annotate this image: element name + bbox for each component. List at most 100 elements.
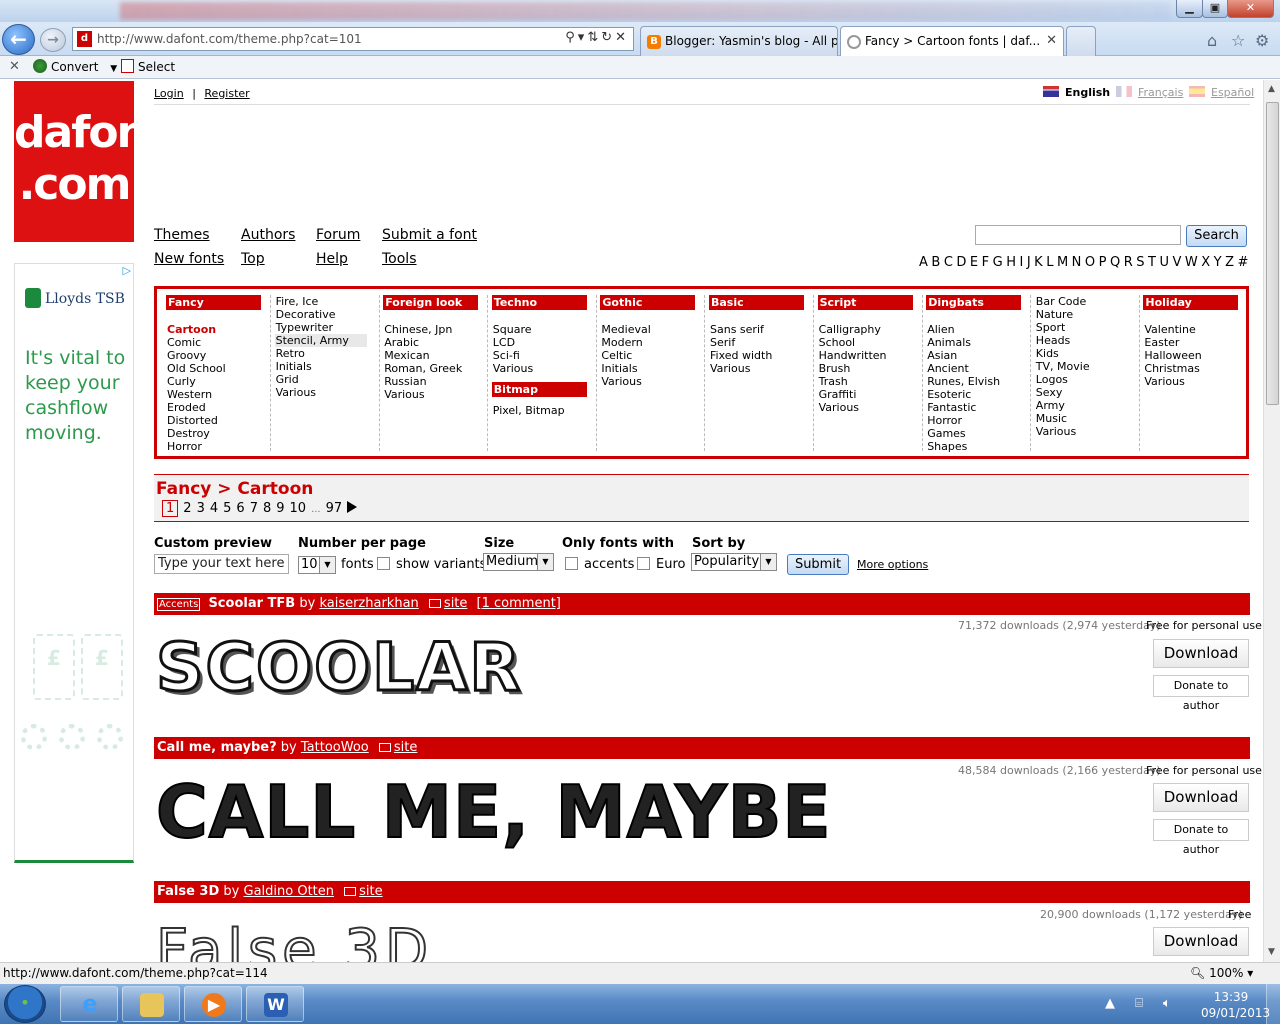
- subcategory-link[interactable]: Sci-fi: [492, 349, 596, 362]
- author-link[interactable]: TattooWoo: [301, 740, 369, 755]
- alphabet-letter[interactable]: Z: [1225, 255, 1234, 270]
- subcategory-link[interactable]: Brush: [818, 362, 922, 375]
- alphabet-letter[interactable]: X: [1201, 255, 1210, 270]
- subcategory-link[interactable]: Old School: [166, 362, 270, 375]
- show-variants-checkbox[interactable]: show variants: [377, 557, 486, 572]
- subcategory-link[interactable]: Initials: [600, 362, 704, 375]
- subcategory-link[interactable]: Heads: [1035, 334, 1139, 347]
- next-page-icon[interactable]: [347, 501, 358, 513]
- select-button[interactable]: Select: [121, 59, 175, 74]
- euro-checkbox[interactable]: Euro: [637, 557, 685, 572]
- page-link[interactable]: 2: [183, 501, 191, 516]
- subcategory-link[interactable]: Grid: [275, 373, 379, 386]
- subcategory-link[interactable]: Western: [166, 388, 270, 401]
- subcategory-link[interactable]: Graffiti: [818, 388, 922, 401]
- subcategory-link[interactable]: Fixed width: [709, 349, 813, 362]
- subcategory-link[interactable]: Sport: [1035, 321, 1139, 334]
- subcategory-link[interactable]: Fantastic: [926, 401, 1030, 414]
- font-name[interactable]: False 3D: [157, 884, 219, 899]
- alphabet-letter[interactable]: E: [970, 255, 978, 270]
- alphabet-letter[interactable]: I: [1019, 255, 1023, 270]
- site-link[interactable]: site: [444, 596, 467, 611]
- subcategory-link[interactable]: Fire, Ice: [275, 295, 379, 308]
- alphabet-letter[interactable]: R: [1124, 255, 1133, 270]
- donate-button[interactable]: Donate to author: [1153, 819, 1249, 856]
- submit-button[interactable]: Submit: [787, 554, 849, 575]
- subcategory-link[interactable]: Animals: [926, 336, 1030, 349]
- alphabet-letter[interactable]: A: [919, 255, 928, 270]
- address-bar[interactable]: d http://www.dafont.com/theme.php?cat=10…: [72, 27, 634, 51]
- alphabet-letter[interactable]: G: [993, 255, 1003, 270]
- alphabet-letter[interactable]: O: [1085, 255, 1095, 270]
- forward-button[interactable]: →: [40, 28, 66, 52]
- subcategory-link[interactable]: Stencil, Army: [274, 334, 367, 347]
- alphabet-letter[interactable]: K: [1034, 255, 1043, 270]
- alphabet-letter[interactable]: S: [1136, 255, 1144, 270]
- subcategory-link[interactable]: Kids: [1035, 347, 1139, 360]
- category-heading[interactable]: Fancy: [166, 295, 261, 310]
- more-options-link[interactable]: More options: [857, 558, 928, 571]
- page-link[interactable]: 5: [223, 501, 231, 516]
- subcategory-link[interactable]: Various: [709, 362, 813, 375]
- tab-blogger[interactable]: B Blogger: Yasmin's blog - All po...: [640, 26, 838, 56]
- language-espanol[interactable]: Español: [1189, 86, 1254, 99]
- subcategory-link[interactable]: Runes, Elvish: [926, 375, 1030, 388]
- subcategory-link[interactable]: Sexy: [1035, 386, 1139, 399]
- subcategory-link[interactable]: LCD: [492, 336, 596, 349]
- subcategory-link[interactable]: Calligraphy: [818, 323, 922, 336]
- login-link[interactable]: Login: [154, 87, 184, 100]
- subcategory-link[interactable]: Eroded: [166, 401, 270, 414]
- subcategory-link[interactable]: Sans serif: [709, 323, 813, 336]
- alphabet-letter[interactable]: F: [982, 255, 989, 270]
- alphabet-letter[interactable]: H: [1006, 255, 1016, 270]
- taskbar-word[interactable]: W: [246, 986, 304, 1022]
- subcategory-link[interactable]: Alien: [926, 323, 1030, 336]
- subcategory-link[interactable]: Various: [1035, 425, 1139, 438]
- subcategory-link[interactable]: Music: [1035, 412, 1139, 425]
- category-heading[interactable]: Holiday: [1143, 295, 1239, 310]
- minimize-button[interactable]: ▁: [1176, 0, 1203, 18]
- maximize-button[interactable]: ▣: [1202, 0, 1228, 18]
- subcategory-link[interactable]: Esoteric: [926, 388, 1030, 401]
- convert-button[interactable]: Convert ▼: [33, 59, 117, 74]
- nav-tools[interactable]: Tools: [382, 251, 417, 267]
- alphabet-letter[interactable]: C: [944, 255, 953, 270]
- subcategory-link[interactable]: Curly: [166, 375, 270, 388]
- subcategory-link[interactable]: Trash: [818, 375, 922, 388]
- category-heading[interactable]: Script: [817, 295, 913, 310]
- scroll-thumb[interactable]: [1266, 102, 1279, 405]
- page-link[interactable]: 1: [162, 500, 179, 517]
- subcategory-link[interactable]: Square: [492, 323, 596, 336]
- nav-submit-font[interactable]: Submit a font: [382, 227, 477, 243]
- close-tab-icon[interactable]: ✕: [1046, 33, 1057, 48]
- download-button[interactable]: Download: [1153, 783, 1249, 812]
- subcategory-link[interactable]: Various: [600, 375, 704, 388]
- subcategory-link[interactable]: Roman, Greek: [383, 362, 487, 375]
- language-francais[interactable]: Français: [1116, 86, 1183, 99]
- font-preview-image[interactable]: CALL ME, MAYBE: [155, 769, 832, 855]
- tab-fancy-cartoon[interactable]: Fancy > Cartoon fonts | daf... ✕: [840, 26, 1064, 56]
- zoom-level[interactable]: 🔍︎ 100% ▾: [1190, 966, 1253, 980]
- page-link[interactable]: 9: [276, 501, 284, 516]
- font-name[interactable]: Call me, maybe?: [157, 740, 277, 755]
- subcategory-link[interactable]: Shapes: [926, 440, 1030, 453]
- category-heading[interactable]: Gothic: [600, 295, 696, 310]
- close-window-button[interactable]: ✕: [1227, 0, 1274, 18]
- category-heading[interactable]: Bitmap: [491, 382, 587, 397]
- address-url[interactable]: http://www.dafont.com/theme.php?cat=101: [97, 32, 362, 46]
- nav-help[interactable]: Help: [316, 251, 348, 267]
- subcategory-link[interactable]: TV, Movie: [1035, 360, 1139, 373]
- subcategory-link[interactable]: Serif: [709, 336, 813, 349]
- accents-checkbox[interactable]: accents: [565, 557, 634, 572]
- nav-new-fonts[interactable]: New fonts: [154, 251, 224, 267]
- page-link[interactable]: 6: [236, 501, 244, 516]
- sort-select[interactable]: Popularity ▼: [691, 553, 777, 571]
- nav-top[interactable]: Top: [241, 251, 265, 267]
- nav-themes[interactable]: Themes: [154, 227, 210, 243]
- tools-gear-icon[interactable]: ⚙: [1255, 31, 1269, 50]
- site-link[interactable]: site: [359, 884, 382, 899]
- size-select[interactable]: Medium ▼: [483, 553, 554, 571]
- alphabet-letter[interactable]: #: [1238, 255, 1249, 270]
- start-button[interactable]: [4, 985, 46, 1023]
- page-link[interactable]: 10: [290, 501, 307, 516]
